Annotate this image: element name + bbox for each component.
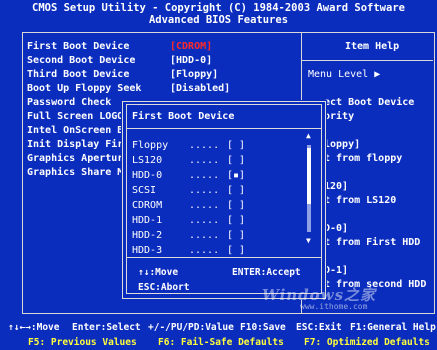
popup-option-checkbox[interactable]: [ ] (227, 140, 245, 151)
help-line: t from floppy (324, 153, 403, 164)
footer-hint-optimized-defaults: F7: Optimized Defaults (304, 337, 430, 348)
footer-hint-fail-safe-defaults: F6: Fail-Safe Defaults (158, 337, 284, 348)
help-line: 120] (324, 181, 349, 192)
footer-hint-previous-values: F5: Previous Values (28, 337, 137, 348)
popup-option-dots: ..... (189, 170, 220, 181)
help-line: t from LS120 (324, 195, 397, 206)
popup-option-hdd-3[interactable]: HDD-3 (132, 245, 162, 256)
help-line: loppy] (324, 139, 361, 150)
footer-hint-save: F10:Save (240, 322, 286, 333)
popup-option-dots: ..... (189, 230, 220, 241)
setting-password-check-label[interactable]: Password Check (27, 97, 111, 108)
popup-option-ls120[interactable]: LS120 (132, 155, 162, 166)
popup-option-checkbox[interactable]: [ ] (227, 215, 245, 226)
popup-option-dots: ..... (189, 155, 220, 166)
popup-option-hdd-1[interactable]: HDD-1 (132, 215, 162, 226)
popup-option-dots: ..... (189, 140, 220, 151)
help-line: D-1] (324, 265, 349, 276)
setting-init-display-first-label[interactable]: Init Display Firs (27, 139, 129, 150)
help-line: ect Boot Device (324, 97, 415, 108)
footer-hint-exit: ESC:Exit (296, 322, 342, 333)
setting-second-boot-device-value[interactable]: [HDD-0] (170, 55, 212, 66)
popup-option-checkbox[interactable]: [ ] (227, 200, 245, 211)
popup-inner-frame (126, 104, 322, 294)
popup-title-separator (126, 128, 321, 129)
setting-third-boot-device-value[interactable]: [Floppy] (170, 69, 218, 80)
popup-option-floppy[interactable]: Floppy (132, 140, 168, 151)
setting-third-boot-device-label[interactable]: Third Boot Device (27, 69, 129, 80)
scroll-up-arrow-icon[interactable]: ▲ (306, 131, 311, 140)
popup-option-checkbox[interactable]: [ ] (227, 230, 245, 241)
popup-option-hdd-2[interactable]: HDD-2 (132, 230, 162, 241)
setting-graphics-aperture-label[interactable]: Graphics Aperture (27, 153, 129, 164)
help-title: Item Help (345, 41, 400, 52)
help-line: ority (324, 111, 355, 122)
popup-option-dots: ..... (189, 215, 220, 226)
setting-first-boot-device-label[interactable]: First Boot Device (27, 41, 129, 52)
popup-option-dots: ..... (189, 200, 220, 211)
setting-graphics-share-memory-label[interactable]: Graphics Share Me (27, 167, 129, 178)
help-line: D-0] (324, 223, 349, 234)
popup-option-checkbox-selected[interactable]: [▪] (227, 170, 245, 181)
setting-first-boot-device-value[interactable]: [CDROM] (170, 41, 212, 52)
setting-intel-onscreen-label[interactable]: Intel OnScreen Br (27, 125, 129, 136)
popup-hint-abort: ESC:Abort (138, 282, 190, 293)
footer-hint-help: F1:General Help (350, 322, 436, 333)
window-title: CMOS Setup Utility - Copyright (C) 1984-… (32, 2, 405, 14)
scroll-down-arrow-icon[interactable]: ▼ (306, 236, 311, 245)
popup-option-scsi[interactable]: SCSI (132, 185, 156, 196)
popup-option-checkbox[interactable]: [ ] (227, 155, 245, 166)
help-menu-level: Menu Level ▶ (308, 69, 381, 80)
popup-option-hdd-0[interactable]: HDD-0 (132, 170, 162, 181)
footer-hint-select: Enter:Select (72, 322, 141, 333)
setting-boot-up-floppy-seek-value[interactable]: [Disabled] (170, 83, 230, 94)
popup-option-checkbox[interactable]: [ ] (227, 185, 245, 196)
popup-hint-accept: ENTER:Accept (232, 267, 301, 278)
help-title-separator (302, 60, 433, 61)
popup-option-checkbox[interactable]: [ ] (227, 245, 245, 256)
setting-full-screen-logo-label[interactable]: Full Screen LOGO (27, 111, 123, 122)
watermark-url: www.ithome.com (300, 302, 368, 311)
popup-title: First Boot Device (132, 111, 235, 122)
popup-hint-move: ↑↓:Move (138, 267, 179, 278)
footer-hint-value: +/-/PU/PD:Value (148, 322, 234, 333)
page-title: Advanced BIOS Features (148, 14, 289, 26)
help-line: t from First HDD (324, 237, 421, 248)
setting-boot-up-floppy-seek-label[interactable]: Boot Up Floppy Seek (27, 83, 141, 94)
footer-hint-move: ↑↓←→:Move (8, 322, 60, 333)
popup-hint-separator (126, 257, 321, 258)
popup-option-dots: ..... (189, 185, 220, 196)
popup-option-cdrom[interactable]: CDROM (132, 200, 162, 211)
popup-option-dots: ..... (189, 245, 220, 256)
popup-scrollbar-thumb[interactable] (307, 148, 311, 204)
setting-second-boot-device-label[interactable]: Second Boot Device (27, 55, 135, 66)
